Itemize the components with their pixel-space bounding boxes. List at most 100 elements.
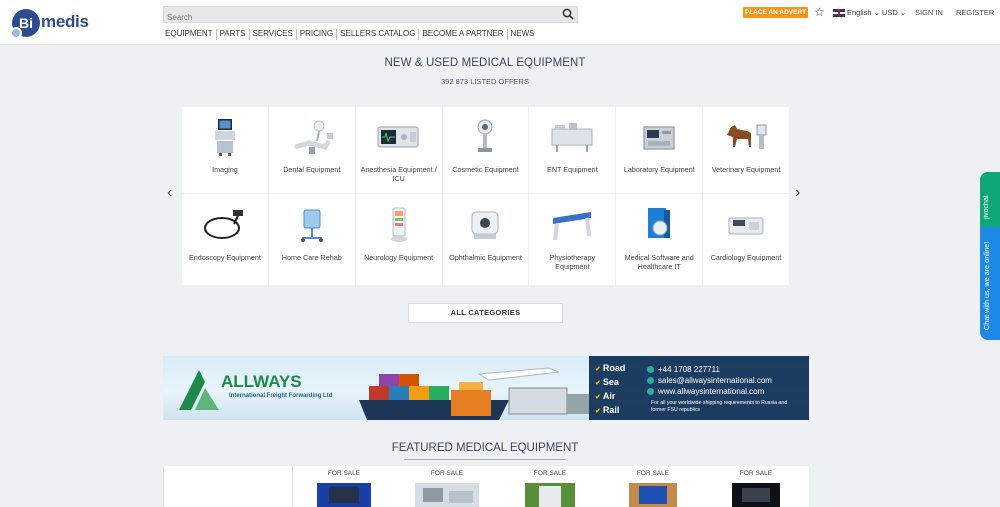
chat-brand: jivochat <box>983 195 990 219</box>
cosmetic-device-icon <box>477 119 493 152</box>
nav-parts[interactable]: PARTS <box>217 29 250 40</box>
site-header: Bi medis EQUIPMENT PARTS SERVICES PRICIN… <box>0 0 1000 45</box>
mode-rail: ✔ Rail <box>595 405 620 415</box>
mode-rail-label: Rail <box>602 405 620 415</box>
category-ophthalmic[interactable]: Ophthalmic Equipment <box>442 194 529 285</box>
currency-value: USD <box>882 8 898 17</box>
category-neurology[interactable]: Neurology Equipment <box>355 194 442 285</box>
banner-website: www.allwaysinternational.com <box>647 386 772 397</box>
allways-banner-ad[interactable]: ALLWAYS International Freight Forwarding… <box>163 356 809 420</box>
category-physiotherapy[interactable]: Physiotherapy Equipment <box>529 194 616 285</box>
category-label: Imaging <box>212 165 238 174</box>
category-software[interactable]: Medical Software and Healthcare IT <box>616 194 703 285</box>
category-label: Neurology Equipment <box>364 253 434 262</box>
category-label: Cosmetic Equipment <box>452 165 519 174</box>
featured-item-image[interactable] <box>415 483 479 507</box>
bimedis-logo[interactable]: Bi medis <box>10 9 89 39</box>
lab-analyzer-icon <box>643 126 675 150</box>
category-label: Anesthesia Equipment / ICU <box>360 165 437 183</box>
category-dental[interactable]: Dental Equipment <box>268 107 355 193</box>
featured-item-label: FOR SALE <box>327 470 361 477</box>
mode-sea-label: Sea <box>602 377 619 387</box>
category-imaging[interactable]: Imaging <box>182 107 268 193</box>
category-anesthesia[interactable]: Anesthesia Equipment / ICU <box>355 107 442 193</box>
nav-sellers-catalog[interactable]: SELLERS CATALOG <box>337 29 420 40</box>
carousel-next-icon[interactable]: › <box>795 184 800 202</box>
email-icon <box>647 377 654 384</box>
offers-count: 392 873 LISTED OFFERS <box>441 77 529 86</box>
mode-road: ✔ Road <box>595 363 626 373</box>
carousel-prev-icon[interactable]: ‹ <box>167 184 172 202</box>
lift-device-icon <box>300 209 323 242</box>
banner-phone: +44 1708 227711 <box>647 364 772 375</box>
category-label: Medical Software and Healthcare IT <box>624 253 694 271</box>
currency-selector[interactable]: USD ⌄ <box>882 8 906 17</box>
category-cardiology[interactable]: Cardiology Equipment <box>703 194 789 285</box>
language-selector[interactable]: English ⌄ <box>847 8 880 17</box>
featured-item-image[interactable] <box>629 483 677 507</box>
nav-equipment[interactable]: EQUIPMENT <box>163 29 217 40</box>
horse-icon <box>727 124 767 149</box>
category-label: Dental Equipment <box>283 165 341 174</box>
sign-in-link[interactable]: SIGN IN <box>915 8 943 17</box>
nav-news[interactable]: NEWS <box>508 29 538 40</box>
banner-email: sales@allwaysinternational.com <box>647 375 772 386</box>
banner-contacts: +44 1708 227711 sales@allwaysinternation… <box>647 364 772 397</box>
phone-value: +44 1708 227711 <box>658 365 720 374</box>
chevron-down-icon: ⌄ <box>873 8 880 17</box>
place-advert-button[interactable]: PLACE AN ADVERT <box>743 7 808 18</box>
website-value: www.allwaysinternational.com <box>658 387 765 396</box>
nav-become-partner[interactable]: BECOME A PARTNER <box>419 29 508 40</box>
uk-flag-icon <box>833 9 845 17</box>
category-laboratory[interactable]: Laboratory Equipment <box>616 107 703 193</box>
category-label: Laboratory Equipment <box>623 165 695 174</box>
phone-icon <box>647 366 654 373</box>
search-bar <box>163 6 578 25</box>
featured-row <box>163 466 809 507</box>
featured-item-label: FOR SALE <box>533 470 567 477</box>
featured-item-image[interactable] <box>317 483 371 507</box>
ophthalmic-device-icon <box>471 211 499 239</box>
featured-underline <box>404 459 566 460</box>
category-cosmetic[interactable]: Cosmetic Equipment <box>442 107 529 193</box>
category-label: ENT Equipment <box>547 165 598 174</box>
dental-chair-icon <box>294 120 333 154</box>
logo-text: medis <box>41 12 89 31</box>
favorites-star-icon[interactable]: ☆ <box>814 5 825 19</box>
category-label: Cardiology Equipment <box>710 253 782 262</box>
featured-title: FEATURED MEDICAL EQUIPMENT <box>391 442 579 454</box>
endoscope-icon <box>203 210 243 239</box>
logo-dot <box>10 27 22 39</box>
category-label: Veterinary Equipment <box>711 165 781 174</box>
register-link[interactable]: REGISTER <box>956 8 994 17</box>
category-label: Home Care Rehab <box>281 253 342 262</box>
category-veterinary[interactable]: Veterinary Equipment <box>703 107 789 193</box>
featured-item-image[interactable] <box>732 483 780 507</box>
language-value: English <box>847 8 872 17</box>
transport-modes: ✔ Road ✔ Sea ✔ Air ✔ Rail <box>595 362 625 418</box>
search-input[interactable] <box>164 10 544 25</box>
chevron-down-icon: ⌄ <box>899 8 907 17</box>
chat-widget[interactable]: jivochat Chat with us, we are online! <box>980 172 1000 340</box>
ent-unit-icon <box>551 123 593 152</box>
banner-brand: ALLWAYS <box>221 372 302 391</box>
email-value: sales@allwaysinternational.com <box>658 376 772 385</box>
category-label: Endoscopy Equipment <box>188 253 261 262</box>
featured-item-image[interactable] <box>525 483 575 507</box>
therapy-table-icon <box>553 212 592 241</box>
category-endoscopy[interactable]: Endoscopy Equipment <box>182 194 268 285</box>
featured-item-label: FOR SALE <box>636 470 670 477</box>
category-home-care[interactable]: Home Care Rehab <box>268 194 355 285</box>
mode-sea: ✔ Sea <box>595 377 619 387</box>
mode-air-label: Air <box>602 391 616 401</box>
mode-air: ✔ Air <box>595 391 616 401</box>
nav-services[interactable]: SERVICES <box>250 29 297 40</box>
search-icon[interactable] <box>562 8 574 20</box>
category-ent[interactable]: ENT Equipment <box>529 107 616 193</box>
featured-item-label: FOR SALE <box>739 470 773 477</box>
banner-note: For all your worldwide shipping requirem… <box>651 400 788 413</box>
allways-logo-icon <box>179 370 219 410</box>
ultrasound-machine-icon <box>214 119 235 156</box>
nav-pricing[interactable]: PRICING <box>297 29 338 40</box>
all-categories-button[interactable]: ALL CATEGORIES <box>408 303 563 323</box>
